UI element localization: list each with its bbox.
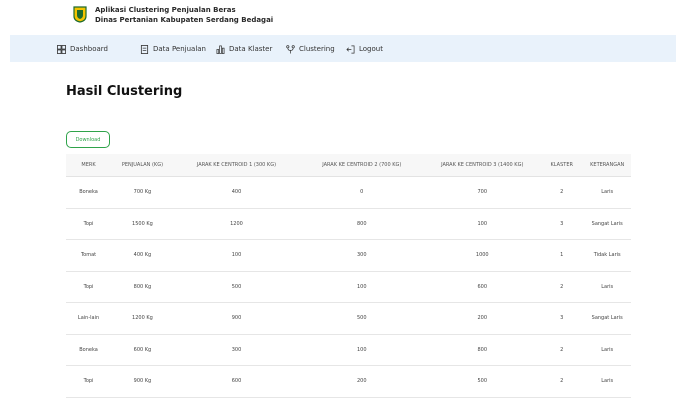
cell-centroid-1: 900 [173, 302, 300, 335]
logout-icon [346, 45, 355, 53]
cell-penjualan: 800 Kg [111, 271, 174, 303]
cell-klaster: 2 [540, 271, 584, 303]
document-icon [140, 44, 149, 54]
nav-label: Data Penjualan [153, 45, 206, 53]
page-title: Hasil Clustering [66, 84, 183, 99]
cell-merk: Topi [66, 365, 112, 398]
col-centroid-2: JARAK KE CENTROID 2 (700 KG) [299, 154, 425, 177]
cell-centroid-2: 300 [299, 239, 425, 272]
cell-centroid-3: 500 [424, 365, 541, 398]
cell-klaster: 2 [540, 176, 584, 209]
cell-centroid-1: 600 [173, 365, 300, 398]
cell-keterangan: Laris [583, 271, 631, 303]
main-nav: Dashboard Data Penjualan Data Klaster Cl… [10, 35, 676, 62]
col-penjualan: PENJUALAN (KG) [111, 154, 174, 177]
cell-merk: Lain-lain [66, 302, 112, 335]
app-header: Aplikasi Clustering Penjualan Beras Dina… [0, 0, 676, 34]
cell-keterangan: Sangat Laris [583, 208, 631, 240]
cell-klaster: 3 [540, 302, 584, 335]
cell-centroid-3: 700 [424, 176, 541, 209]
cell-centroid-1: 100 [173, 239, 300, 272]
nav-label: Clustering [299, 45, 335, 53]
cell-merk: Boneka [66, 334, 112, 366]
col-centroid-3: JARAK KE CENTROID 3 (1400 KG) [424, 154, 541, 177]
col-merk: MERK [66, 154, 112, 177]
cell-klaster: 3 [540, 208, 584, 240]
cell-keterangan: Laris [583, 365, 631, 398]
clustering-result-table: MERK PENJUALAN (KG) JARAK KE CENTROID 1 … [66, 154, 631, 398]
cell-penjualan: 700 Kg [111, 176, 174, 209]
cell-centroid-1: 1200 [173, 208, 300, 240]
cell-centroid-2: 100 [299, 271, 425, 303]
nav-logout[interactable]: Logout [346, 43, 383, 55]
cell-centroid-2: 100 [299, 334, 425, 366]
col-centroid-1: JARAK KE CENTROID 1 (300 KG) [173, 154, 300, 177]
table-row: Lain-lain 1200 Kg 900 500 200 3 Sangat L… [66, 302, 631, 335]
table-row: Boneka 600 Kg 300 100 800 2 Laris [66, 334, 631, 366]
download-button[interactable]: Download [66, 131, 110, 148]
cell-centroid-1: 300 [173, 334, 300, 366]
app-title: Aplikasi Clustering Penjualan Beras [95, 6, 236, 14]
nav-dashboard[interactable]: Dashboard [57, 43, 108, 55]
nav-data-klaster[interactable]: Data Klaster [216, 43, 272, 55]
cell-keterangan: Sangat Laris [583, 302, 631, 335]
table-header-row: MERK PENJUALAN (KG) JARAK KE CENTROID 1 … [66, 154, 631, 177]
cell-centroid-2: 500 [299, 302, 425, 335]
table-row: Boneka 700 Kg 400 0 700 2 Laris [66, 176, 631, 209]
table-row: Topi 900 Kg 600 200 500 2 Laris [66, 365, 631, 398]
cell-centroid-1: 400 [173, 176, 300, 209]
cell-centroid-2: 200 [299, 365, 425, 398]
nav-data-penjualan[interactable]: Data Penjualan [140, 43, 206, 55]
cell-centroid-3: 600 [424, 271, 541, 303]
nav-label: Data Klaster [229, 45, 273, 53]
table-row: Tomat 400 Kg 100 300 1000 1 Tidak Laris [66, 239, 631, 272]
cell-merk: Boneka [66, 176, 112, 209]
cell-merk: Topi [66, 271, 112, 303]
cell-centroid-2: 0 [299, 176, 425, 209]
col-klaster: KLASTER [540, 154, 584, 177]
cell-keterangan: Laris [583, 176, 631, 209]
col-keterangan: KETERANGAN [583, 154, 631, 177]
cell-centroid-3: 200 [424, 302, 541, 335]
cell-penjualan: 400 Kg [111, 239, 174, 272]
app-subtitle: Dinas Pertanian Kabupaten Serdang Bedaga… [95, 16, 274, 24]
nav-label: Logout [359, 45, 383, 53]
cell-centroid-3: 100 [424, 208, 541, 240]
nav-clustering[interactable]: Clustering [286, 43, 335, 55]
cell-centroid-3: 800 [424, 334, 541, 366]
cell-klaster: 2 [540, 365, 584, 398]
table-row: Topi 1500 Kg 1200 800 100 3 Sangat Laris [66, 208, 631, 240]
cell-klaster: 2 [540, 334, 584, 366]
nav-label: Dashboard [70, 45, 108, 53]
cell-merk: Topi [66, 208, 112, 240]
cell-centroid-3: 1000 [424, 239, 541, 272]
cell-centroid-2: 800 [299, 208, 425, 240]
government-logo-icon [73, 6, 87, 23]
grid-icon [57, 44, 66, 54]
cell-keterangan: Laris [583, 334, 631, 366]
cell-klaster: 1 [540, 239, 584, 272]
branch-icon [286, 44, 295, 54]
cell-penjualan: 1200 Kg [111, 302, 174, 335]
cell-penjualan: 600 Kg [111, 334, 174, 366]
cell-penjualan: 900 Kg [111, 365, 174, 398]
cell-keterangan: Tidak Laris [583, 239, 631, 272]
table-row: Topi 800 Kg 500 100 600 2 Laris [66, 271, 631, 303]
cell-penjualan: 1500 Kg [111, 208, 174, 240]
cell-merk: Tomat [66, 239, 112, 272]
cell-centroid-1: 500 [173, 271, 300, 303]
bar-chart-icon [216, 45, 225, 54]
